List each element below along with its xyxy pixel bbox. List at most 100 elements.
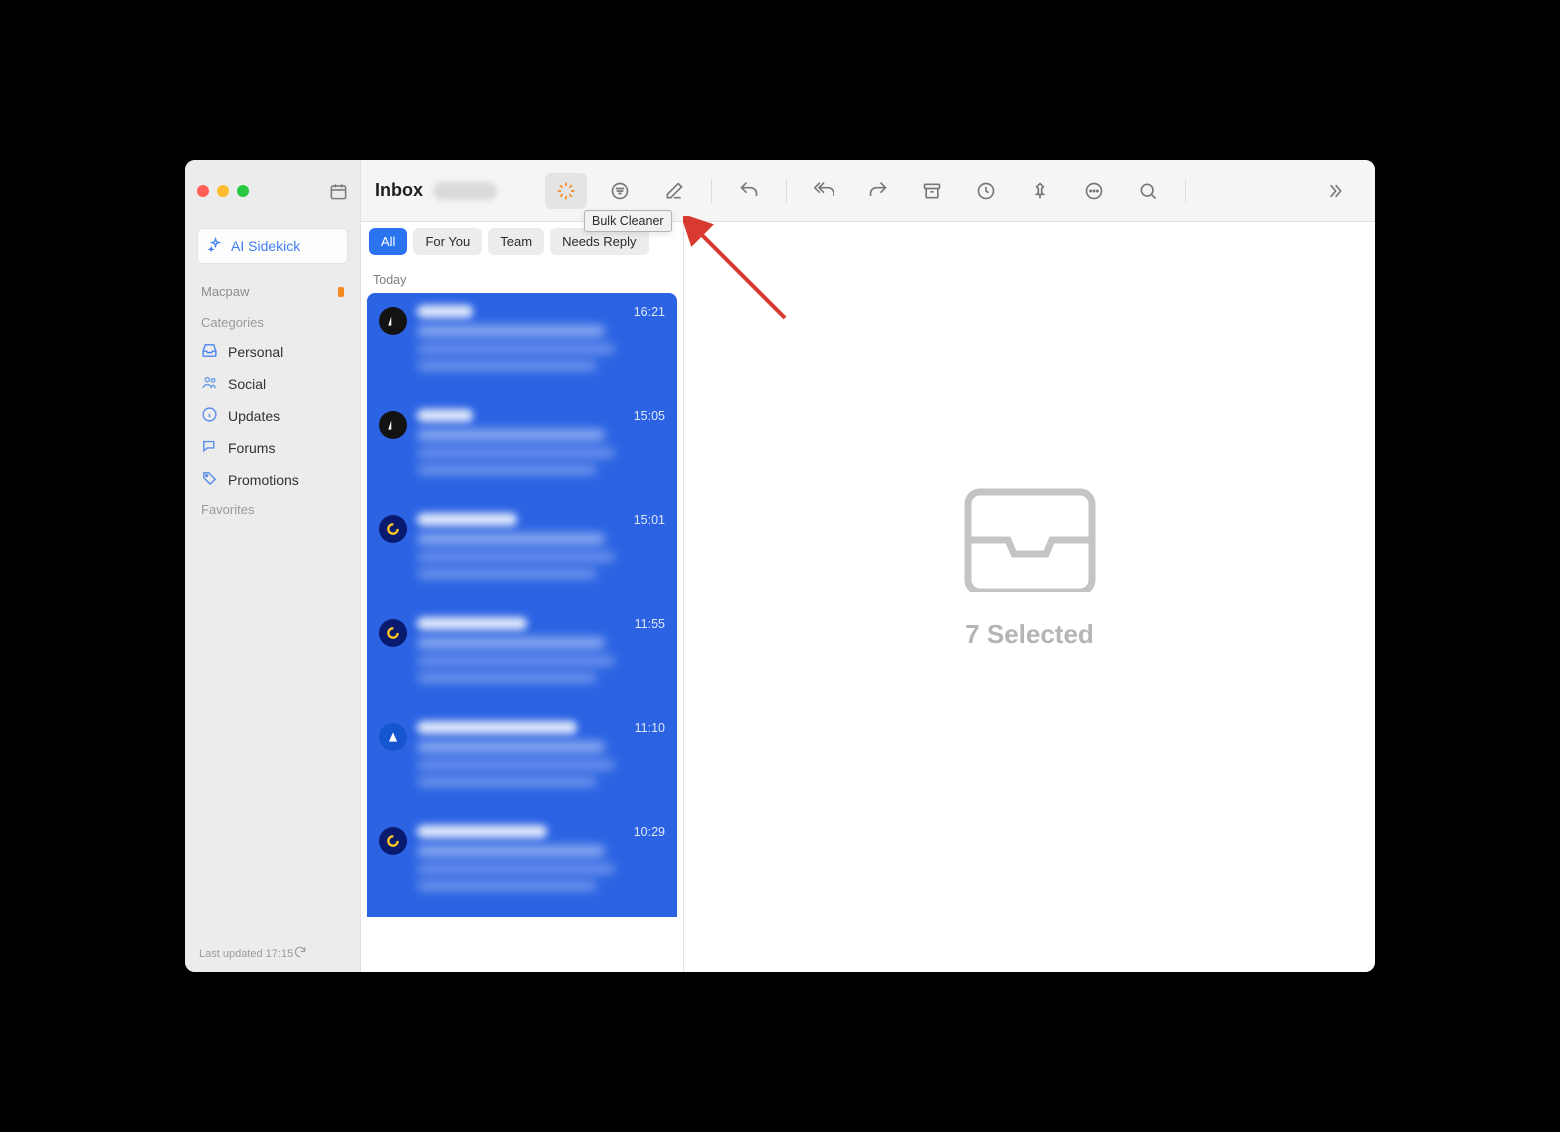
minimize-window-button[interactable] (217, 185, 229, 197)
message-item[interactable]: 11:10 (367, 709, 677, 813)
avatar (379, 723, 407, 751)
message-time: 10:29 (634, 825, 665, 839)
redacted-preview (417, 777, 597, 787)
redacted-subtitle (433, 182, 497, 200)
redacted-subject (417, 429, 605, 441)
redacted-preview (417, 448, 615, 458)
toolbar: Inbox (361, 160, 1375, 222)
app-window: AI Sidekick Macpaw Categories Personal S… (185, 160, 1375, 972)
sidebar-item-social[interactable]: Social (185, 368, 360, 400)
redacted-preview (417, 344, 615, 354)
redacted-subject (417, 637, 605, 649)
account-indicator-icon (338, 287, 344, 297)
redacted-sender (417, 305, 473, 318)
redacted-subject (417, 325, 605, 337)
snooze-button[interactable] (965, 173, 1007, 209)
archive-button[interactable] (911, 173, 953, 209)
reply-button[interactable] (728, 173, 770, 209)
sidebar-item-label: Social (228, 376, 266, 392)
avatar (379, 515, 407, 543)
expand-button[interactable] (1313, 173, 1355, 209)
chat-icon (201, 438, 218, 458)
refresh-icon[interactable] (293, 945, 307, 962)
redacted-subject (417, 533, 605, 545)
redacted-preview (417, 760, 615, 770)
people-icon (201, 374, 218, 394)
info-icon (201, 406, 218, 426)
categories-header: Categories (185, 309, 360, 336)
filter-button[interactable] (599, 173, 641, 209)
favorites-header: Favorites (185, 496, 360, 523)
filter-for-you[interactable]: For You (413, 228, 482, 255)
redacted-sender (417, 721, 577, 734)
sparkle-icon (208, 237, 223, 255)
filter-team[interactable]: Team (488, 228, 544, 255)
message-item[interactable]: 15:01 (367, 501, 677, 605)
account-name: Macpaw (201, 284, 249, 299)
sidebar-item-label: Personal (228, 344, 283, 360)
message-list[interactable]: 16:21 15:05 (361, 293, 683, 972)
redacted-sender (417, 409, 473, 422)
sidebar-item-label: Promotions (228, 472, 299, 488)
toolbar-divider (1185, 179, 1186, 203)
close-window-button[interactable] (197, 185, 209, 197)
message-time: 15:01 (634, 513, 665, 527)
sidebar: AI Sidekick Macpaw Categories Personal S… (185, 160, 361, 972)
redacted-sender (417, 513, 517, 526)
compose-button[interactable] (653, 173, 695, 209)
avatar (379, 827, 407, 855)
reply-all-button[interactable] (803, 173, 845, 209)
inbox-icon (201, 342, 218, 362)
avatar (379, 307, 407, 335)
filter-needs-reply[interactable]: Needs Reply (550, 228, 648, 255)
maximize-window-button[interactable] (237, 185, 249, 197)
sidebar-account-row[interactable]: Macpaw (185, 278, 360, 309)
message-time: 16:21 (634, 305, 665, 319)
sidebar-item-personal[interactable]: Personal (185, 336, 360, 368)
detail-pane: 7 Selected (684, 160, 1375, 972)
redacted-subject (417, 741, 605, 753)
toolbar-divider (711, 179, 712, 203)
message-list-column: All For You Team Needs Reply Today 16:21 (361, 160, 684, 972)
ai-sidekick-button[interactable]: AI Sidekick (197, 228, 348, 264)
redacted-preview (417, 864, 615, 874)
page-title: Inbox (375, 180, 423, 201)
redacted-preview (417, 881, 597, 891)
more-button[interactable] (1073, 173, 1115, 209)
sidebar-item-label: Updates (228, 408, 280, 424)
pin-button[interactable] (1019, 173, 1061, 209)
redacted-sender (417, 617, 527, 630)
search-button[interactable] (1127, 173, 1169, 209)
redacted-preview (417, 465, 597, 475)
tag-icon (201, 470, 218, 490)
sidebar-item-forums[interactable]: Forums (185, 432, 360, 464)
message-time: 15:05 (634, 409, 665, 423)
redacted-sender (417, 825, 547, 838)
redacted-preview (417, 552, 615, 562)
redacted-subject (417, 845, 605, 857)
sidebar-item-promotions[interactable]: Promotions (185, 464, 360, 496)
redacted-preview (417, 673, 597, 683)
forward-button[interactable] (857, 173, 899, 209)
tooltip-bulk-cleaner: Bulk Cleaner (584, 210, 672, 232)
message-item[interactable]: 10:29 (367, 813, 677, 917)
bulk-cleaner-button[interactable] (545, 173, 587, 209)
calendar-button[interactable] (329, 182, 348, 201)
redacted-preview (417, 361, 597, 371)
last-updated-text: Last updated 17:15 (199, 948, 293, 960)
ai-sidekick-label: AI Sidekick (231, 238, 300, 254)
sidebar-footer: Last updated 17:15 (185, 935, 360, 972)
message-item[interactable]: 16:21 (367, 293, 677, 397)
redacted-preview (417, 569, 597, 579)
message-time: 11:10 (635, 721, 665, 735)
sidebar-item-updates[interactable]: Updates (185, 400, 360, 432)
message-item[interactable]: 11:55 (367, 605, 677, 709)
redacted-preview (417, 656, 615, 666)
toolbar-divider (786, 179, 787, 203)
sidebar-item-label: Forums (228, 440, 275, 456)
message-item[interactable]: 15:05 (367, 397, 677, 501)
titlebar (185, 160, 360, 222)
avatar (379, 411, 407, 439)
window-controls (197, 185, 249, 197)
filter-all[interactable]: All (369, 228, 407, 255)
